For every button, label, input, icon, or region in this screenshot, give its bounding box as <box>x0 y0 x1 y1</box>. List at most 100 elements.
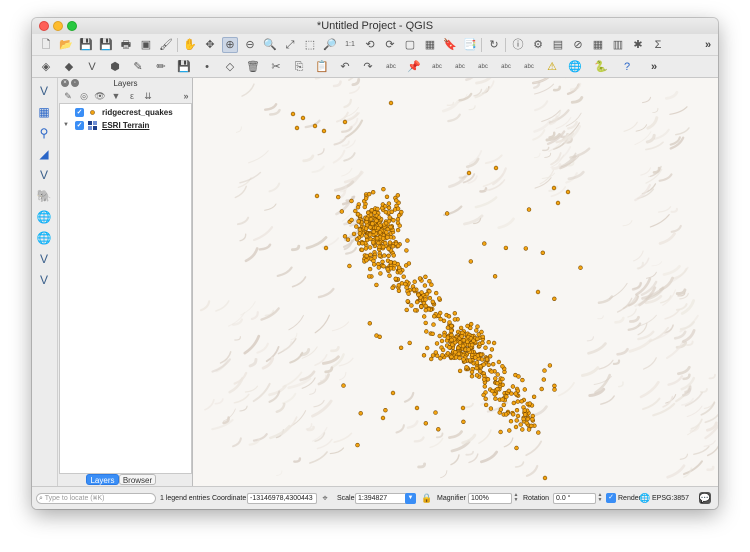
rotation-field[interactable]: 0.0 ° <box>553 493 596 504</box>
add-spatialite-layer-icon[interactable]: ⚲ <box>35 124 53 142</box>
magnifier-field[interactable]: 100% <box>468 493 512 504</box>
save-as-icon[interactable]: 💾 <box>98 37 114 53</box>
label-show-hide-icon[interactable]: abc <box>429 59 445 75</box>
add-group-icon[interactable]: ◎ <box>78 90 90 102</box>
expand-arrow-icon[interactable]: ▼ <box>63 119 69 132</box>
manage-map-themes-icon[interactable]: 👁 <box>94 90 106 102</box>
style-manager-icon[interactable]: 🖌 <box>158 37 174 53</box>
add-vector-layer-icon[interactable]: V <box>35 82 53 100</box>
scale-field[interactable]: 1:394827 <box>355 493 410 504</box>
magnifier-spinner-icon[interactable]: ▲ ▼ <box>513 493 519 504</box>
layer-visibility-checkbox[interactable]: ✓ <box>75 121 84 130</box>
zoom-full-icon[interactable]: ⤢ <box>282 37 298 53</box>
pan-to-selection-icon[interactable]: ✥ <box>202 37 218 53</box>
tab-browser[interactable]: Browser <box>119 474 156 485</box>
map-canvas[interactable] <box>193 78 718 486</box>
layer-row-esri-terrain[interactable]: ▼ ✓ ESRI Terrain <box>60 119 191 132</box>
tab-layers[interactable]: Layers <box>86 474 119 485</box>
bookmarks-icon[interactable]: 📑 <box>462 37 478 53</box>
panel-overflow-button[interactable]: » <box>180 90 192 102</box>
coordinate-field[interactable]: -13146978,4300443 <box>247 493 317 504</box>
add-wcs-layer-icon[interactable]: 🌐 <box>35 229 53 247</box>
zoom-last-icon[interactable]: ⟲ <box>362 37 378 53</box>
label-move-icon[interactable]: abc <box>452 59 468 75</box>
toolbar-overflow-button[interactable]: » <box>700 37 716 53</box>
label-pin-icon[interactable]: 📌 <box>406 59 422 75</box>
expand-all-icon[interactable]: ⇊ <box>142 90 154 102</box>
zoom-to-selection-icon[interactable]: ⬚ <box>302 37 318 53</box>
filter-legend-icon[interactable]: ▼ <box>110 90 122 102</box>
current-edits-icon[interactable]: ✎ <box>130 59 146 75</box>
crs-button[interactable]: EPSG:3857 <box>652 493 689 504</box>
add-wms-layer-icon[interactable]: 🌐 <box>35 208 53 226</box>
save-project-icon[interactable]: 💾 <box>78 37 94 53</box>
save-edits-icon[interactable]: 💾 <box>176 59 192 75</box>
add-wfs-layer-icon[interactable]: V <box>35 250 53 268</box>
layout-manager-icon[interactable]: ▣ <box>138 37 154 53</box>
lock-scale-icon[interactable]: 🔒 <box>421 492 433 504</box>
new-temp-layer-icon[interactable]: ⬢ <box>107 59 123 75</box>
new-shapefile-icon[interactable]: V <box>84 59 100 75</box>
processing-toolbox-icon[interactable]: ✱ <box>630 37 646 53</box>
cut-features-icon[interactable]: ✂ <box>268 59 284 75</box>
undo-icon[interactable]: ↶ <box>337 59 353 75</box>
data-source-manager-icon[interactable]: ◈ <box>38 59 54 75</box>
open-layer-styling-icon[interactable]: ✎ <box>62 90 74 102</box>
refresh-icon[interactable]: ↻ <box>486 37 502 53</box>
label-properties-icon[interactable]: abc <box>521 59 537 75</box>
render-checkbox[interactable]: ✓ <box>606 493 616 503</box>
zoom-next-icon[interactable]: ⟳ <box>382 37 398 53</box>
delete-selected-icon[interactable]: 🗑 <box>245 59 261 75</box>
label-tool-icon[interactable]: abc <box>383 59 399 75</box>
zoom-rubberband-icon[interactable]: 🔍 <box>262 37 278 53</box>
crs-globe-icon[interactable]: 🌐 <box>639 492 651 504</box>
deselect-icon[interactable]: ⊘ <box>570 37 586 53</box>
statistics-sigma-icon[interactable]: Σ <box>650 37 666 53</box>
redo-icon[interactable]: ↷ <box>360 59 376 75</box>
layer-row-ridgecrest-quakes[interactable]: ✓ ridgecrest_quakes <box>60 106 191 119</box>
print-layout-icon[interactable]: 🖶 <box>118 37 134 53</box>
add-delimited-text-icon[interactable]: V <box>35 271 53 289</box>
paste-features-icon[interactable]: 📋 <box>314 59 330 75</box>
field-calculator-icon[interactable]: ▥ <box>610 37 626 53</box>
copy-features-icon[interactable]: ⎘ <box>291 59 307 75</box>
label-rotate-icon[interactable]: abc <box>475 59 491 75</box>
messages-icon[interactable]: 💬 <box>699 492 711 504</box>
rotation-spinner-icon[interactable]: ▲ ▼ <box>597 493 603 504</box>
warning-triangle-icon[interactable]: ⚠ <box>544 59 560 75</box>
new-geopackage-icon[interactable]: ◆ <box>61 59 77 75</box>
globe-plugin-icon[interactable]: 🌐 <box>567 59 583 75</box>
close-window-button[interactable] <box>39 21 49 31</box>
toggle-editing-icon[interactable]: ✏ <box>153 59 169 75</box>
layer-visibility-checkbox[interactable]: ✓ <box>75 108 84 117</box>
new-map-view-icon[interactable]: ▢ <box>402 37 418 53</box>
pan-map-icon[interactable]: ✋ <box>182 37 198 53</box>
minimize-window-button[interactable] <box>53 21 63 31</box>
add-point-icon[interactable]: • <box>199 59 215 75</box>
label-change-icon[interactable]: abc <box>498 59 514 75</box>
toggle-extents-icon[interactable]: ⌖ <box>319 492 331 504</box>
zoom-out-icon[interactable]: ⊖ <box>242 37 258 53</box>
vertex-tool-icon[interactable]: ◇ <box>222 59 238 75</box>
locator-search-input[interactable]: ⌕ Type to locate (⌘K) <box>36 493 156 504</box>
select-features-icon[interactable]: ⚙ <box>530 37 546 53</box>
identify-icon[interactable]: ⓘ <box>510 37 526 53</box>
add-vector-tile-icon[interactable]: V <box>35 166 53 184</box>
add-mesh-layer-icon[interactable]: ◢ <box>35 145 53 163</box>
help-icon[interactable]: ? <box>619 59 635 75</box>
add-raster-layer-icon[interactable]: ▦ <box>35 103 53 121</box>
zoom-native-icon[interactable]: 1:1 <box>342 37 358 53</box>
select-by-value-icon[interactable]: ▤ <box>550 37 566 53</box>
filter-expression-icon[interactable]: ε <box>126 90 138 102</box>
python-console-icon[interactable]: 🐍 <box>593 59 609 75</box>
add-postgis-layer-icon[interactable]: 🐘 <box>35 187 53 205</box>
bookmark-new-icon[interactable]: 🔖 <box>442 37 458 53</box>
scale-dropdown-icon[interactable]: ▼ <box>405 493 416 504</box>
new-3d-map-icon[interactable]: ▦ <box>422 37 438 53</box>
maximize-window-button[interactable] <box>67 21 77 31</box>
zoom-to-layer-icon[interactable]: 🔎 <box>322 37 338 53</box>
zoom-in-icon[interactable]: ⊕ <box>222 37 238 53</box>
new-project-icon[interactable]: 🗋 <box>38 37 54 53</box>
toolbar-overflow-button[interactable]: » <box>646 59 662 75</box>
open-attribute-table-icon[interactable]: ▦ <box>590 37 606 53</box>
